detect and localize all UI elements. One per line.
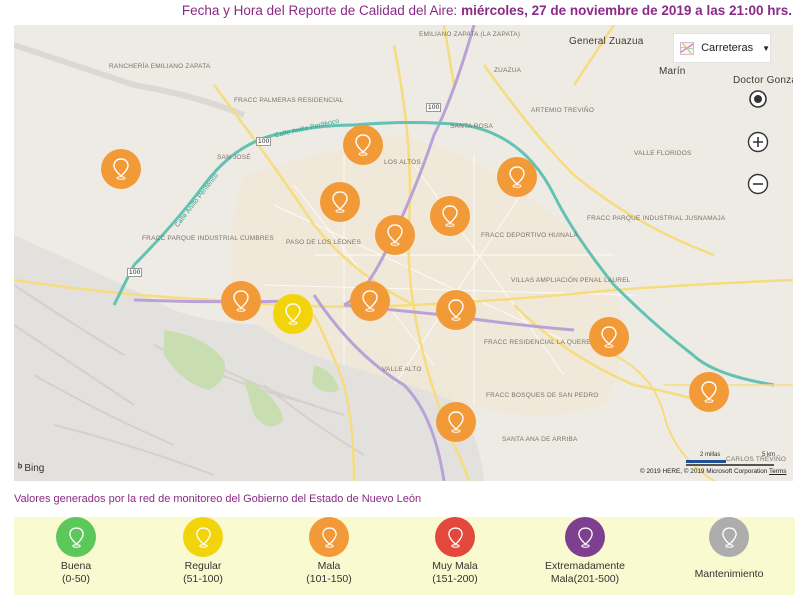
map-pin-icon: [721, 526, 737, 548]
map-style-label: Carreteras: [701, 42, 754, 54]
map-pin-icon: [701, 381, 717, 403]
map-pin-icon: [68, 526, 84, 548]
report-header: Fecha y Hora del Reporte de Calidad del …: [0, 0, 800, 24]
report-datetime-value: miércoles, 27 de noviembre de 2019 a las…: [461, 3, 792, 18]
legend-dot: [435, 517, 475, 557]
map-label: FRACC PARQUE INDUSTRIAL JUSNAMAJA: [587, 215, 726, 222]
bing-logo[interactable]: ᵇ Bing: [18, 462, 44, 474]
legend-label: Mantenimiento: [694, 568, 764, 580]
bing-label: Bing: [24, 462, 45, 474]
station-santa-catarina[interactable]: [221, 281, 261, 321]
terms-link[interactable]: Terms: [769, 468, 786, 475]
legend-label: Extremadamente: [545, 560, 625, 572]
legend-item-muy-mala: Muy Mala (151-200): [380, 517, 530, 586]
map-pin-icon: [601, 326, 617, 348]
station-centro[interactable]: [350, 281, 390, 321]
station-san-pedro[interactable]: [273, 294, 313, 334]
air-quality-legend: Buena (0-50) Regular (51-100) Mala (101-…: [14, 517, 795, 595]
map-label: ZUAZUA: [494, 67, 522, 74]
station-north[interactable]: [343, 125, 383, 165]
scale-miles: 2 millas: [700, 452, 721, 458]
station-north-east[interactable]: [497, 157, 537, 197]
station-juarez[interactable]: [589, 317, 629, 357]
legend-range: Mala(201-500): [550, 573, 620, 585]
map-style-icon: [680, 41, 695, 55]
locate-icon: [749, 90, 767, 108]
scale-bar: 2 millas 5 km: [686, 450, 786, 470]
legend-label: Muy Mala: [432, 560, 478, 572]
station-sur[interactable]: [436, 402, 476, 442]
map-label: FRACC DEPORTIVO HUINALÁ: [481, 232, 578, 239]
map-label: FRACC BOSQUES DE SAN PEDRO: [486, 392, 599, 399]
legend-dot: [309, 517, 349, 557]
map-copyright: © 2019 HERE, © 2019 Microsoft Corporatio…: [640, 468, 786, 475]
zoom-out-icon: [747, 173, 769, 195]
map-pin-icon: [332, 191, 348, 213]
map-pin-icon: [195, 526, 211, 548]
copyright-text: © 2019 HERE, © 2019 Microsoft Corporatio…: [640, 468, 768, 475]
map-label: VILLAS AMPLIACIÓN PENAL LAUREL: [511, 277, 631, 284]
legend-item-extremadamente-mala: Extremadamente Mala(201-500): [510, 517, 660, 586]
map-label: RANCHERÍA EMILIANO ZAPATA: [109, 63, 211, 70]
bing-b-icon: ᵇ: [18, 462, 23, 474]
map-pin-icon: [113, 158, 129, 180]
legend-dot: [565, 517, 605, 557]
map-pin-icon: [448, 299, 464, 321]
scale-km: 5 km: [762, 452, 776, 458]
legend-dot: [56, 517, 96, 557]
highway-shield: 100: [426, 103, 442, 112]
zoom-in-button[interactable]: [745, 129, 771, 155]
map-label: SANTA ROSA: [450, 123, 494, 130]
map-pin-icon: [577, 526, 593, 548]
map-label: Doctor González: [733, 75, 793, 86]
legend-item-mantenimiento: Mantenimiento: [654, 517, 800, 581]
map-label: Marín: [659, 66, 686, 77]
map-label: SAN JOSÉ: [217, 154, 251, 161]
legend-dot: [183, 517, 223, 557]
map-label: ARTEMIO TREVIÑO: [531, 107, 595, 114]
station-escobedo[interactable]: [320, 182, 360, 222]
highway-shield: 100: [256, 137, 272, 146]
map-pin-icon: [285, 303, 301, 325]
map-pin-icon: [355, 134, 371, 156]
locate-button[interactable]: [745, 86, 771, 112]
zoom-in-icon: [747, 131, 769, 153]
report-datetime-label: Fecha y Hora del Reporte de Calidad del …: [181, 3, 458, 18]
map-style-selector[interactable]: Carreteras ▼: [673, 33, 771, 63]
map-label: PASO DE LOS LEONES: [286, 239, 362, 246]
data-source-note: Valores generados por la red de monitore…: [14, 493, 422, 505]
map-label: General Zuazua: [569, 36, 644, 47]
map-pin-icon: [448, 411, 464, 433]
legend-range: (151-200): [432, 573, 478, 585]
map-pin-icon: [321, 526, 337, 548]
map-label: SANTA ANA DE ARRIBA: [502, 436, 578, 443]
map-label: FRACC PARQUE INDUSTRIAL CUMBRES: [142, 235, 274, 242]
map-label: LOS ALTOS: [384, 159, 421, 166]
station-san-nicolas[interactable]: [430, 196, 470, 236]
map-pin-icon: [509, 166, 525, 188]
chevron-down-icon: ▼: [762, 43, 770, 53]
map-pin-icon: [362, 290, 378, 312]
map-label: VALLE ALTO: [382, 366, 422, 373]
map-label: FRACC PALMERAS RESIDENCIAL: [234, 97, 344, 104]
map-pin-icon: [447, 526, 463, 548]
station-pesqueria[interactable]: [689, 372, 729, 412]
station-guadalupe[interactable]: [436, 290, 476, 330]
highway-shield: 100: [127, 268, 143, 277]
air-quality-map[interactable]: RANCHERÍA EMILIANO ZAPATA FRACC PALMERAS…: [14, 25, 793, 481]
station-apodaca[interactable]: [375, 215, 415, 255]
map-pin-icon: [233, 290, 249, 312]
zoom-out-button[interactable]: [745, 171, 771, 197]
map-pin-icon: [387, 224, 403, 246]
map-label: EMILIANO ZAPATA (LA ZAPATA): [419, 31, 521, 38]
legend-dot: [709, 517, 749, 557]
map-label: VALLE FLORIDOS: [634, 150, 692, 157]
station-north-west[interactable]: [101, 149, 141, 189]
map-pin-icon: [442, 205, 458, 227]
